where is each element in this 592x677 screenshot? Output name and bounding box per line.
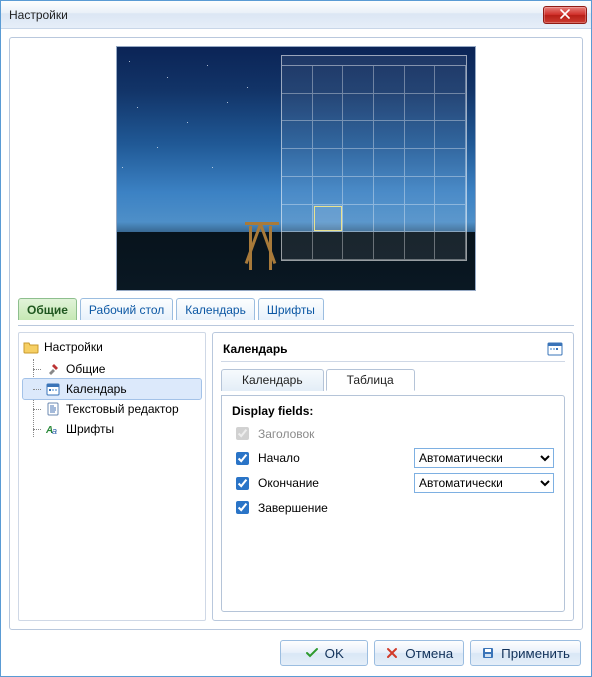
tree-root[interactable]: Настройки (23, 339, 201, 355)
detail-tabstrip: Календарь Таблица (221, 368, 565, 390)
check-icon (305, 646, 319, 660)
field-label: Завершение (258, 501, 328, 515)
tab-general[interactable]: Общие (18, 298, 77, 320)
desktop-preview (116, 46, 476, 291)
checkbox-end[interactable] (236, 477, 249, 490)
tree-item-text-editor[interactable]: Текстовый редактор (23, 399, 201, 419)
document-icon (45, 401, 61, 417)
client-area: Общие Рабочий стол Календарь Шрифты Наст… (1, 29, 591, 676)
calendar-small-icon (45, 381, 61, 397)
detail-tab-calendar[interactable]: Календарь (221, 369, 324, 391)
field-label: Начало (258, 451, 300, 465)
dropdown-start[interactable]: Автоматически (414, 448, 554, 468)
ok-button[interactable]: OK (280, 640, 368, 666)
calendar-preview-grid (281, 55, 467, 261)
detail-tab-table[interactable]: Таблица (326, 369, 415, 391)
tab-calendar[interactable]: Календарь (176, 298, 255, 320)
tree-item-general[interactable]: Общие (23, 359, 201, 379)
checkbox-title (236, 427, 249, 440)
tree-item-label: Общие (66, 362, 105, 376)
tab-fonts[interactable]: Шрифты (258, 298, 324, 320)
cancel-icon (385, 646, 399, 660)
dropdown-end[interactable]: Автоматически (414, 473, 554, 493)
field-label: Заголовок (258, 427, 314, 441)
checkbox-completion[interactable] (236, 501, 249, 514)
calendar-header-icon (547, 341, 563, 357)
titlebar: Настройки (1, 1, 591, 29)
settings-tree[interactable]: Настройки Общие (18, 332, 206, 621)
field-row-start: Начало Автоматически (232, 448, 554, 468)
content-row: Настройки Общие (18, 325, 574, 621)
main-tabstrip: Общие Рабочий стол Календарь Шрифты (18, 297, 574, 319)
field-row-end: Окончание Автоматически (232, 473, 554, 493)
main-panel: Общие Рабочий стол Календарь Шрифты Наст… (9, 37, 583, 630)
detail-pane: Календарь Календарь Таблица Display fiel… (212, 332, 574, 621)
detail-content: Display fields: Заголовок Начало (221, 395, 565, 612)
tree-item-label: Календарь (66, 382, 127, 396)
tree-item-label: Текстовый редактор (66, 402, 179, 416)
close-icon (560, 8, 570, 22)
section-title: Календарь (223, 342, 288, 356)
tree-item-fonts[interactable]: Aa Шрифты (23, 419, 201, 439)
apply-button[interactable]: Применить (470, 640, 581, 666)
field-row-completion: Завершение (232, 498, 554, 517)
checkbox-start[interactable] (236, 452, 249, 465)
display-fields-label: Display fields: (232, 404, 554, 418)
cancel-button[interactable]: Отмена (374, 640, 464, 666)
close-button[interactable] (543, 6, 587, 24)
dialog-buttons: OK Отмена Применить (9, 636, 583, 668)
svg-text:a: a (52, 426, 57, 436)
field-label: Окончание (258, 476, 319, 490)
save-icon (481, 646, 495, 660)
section-header: Календарь (221, 341, 565, 362)
tree-item-label: Шрифты (66, 422, 114, 436)
tree-item-calendar[interactable]: Календарь (23, 379, 201, 399)
tools-icon (45, 361, 61, 377)
field-row-title: Заголовок (232, 424, 554, 443)
window-title: Настройки (9, 8, 543, 22)
tab-desktop[interactable]: Рабочий стол (80, 298, 173, 320)
font-icon: Aa (45, 421, 61, 437)
tree-root-label: Настройки (44, 340, 103, 354)
settings-window: Настройки (0, 0, 592, 677)
preview-wrap (18, 46, 574, 291)
folder-icon (23, 339, 39, 355)
